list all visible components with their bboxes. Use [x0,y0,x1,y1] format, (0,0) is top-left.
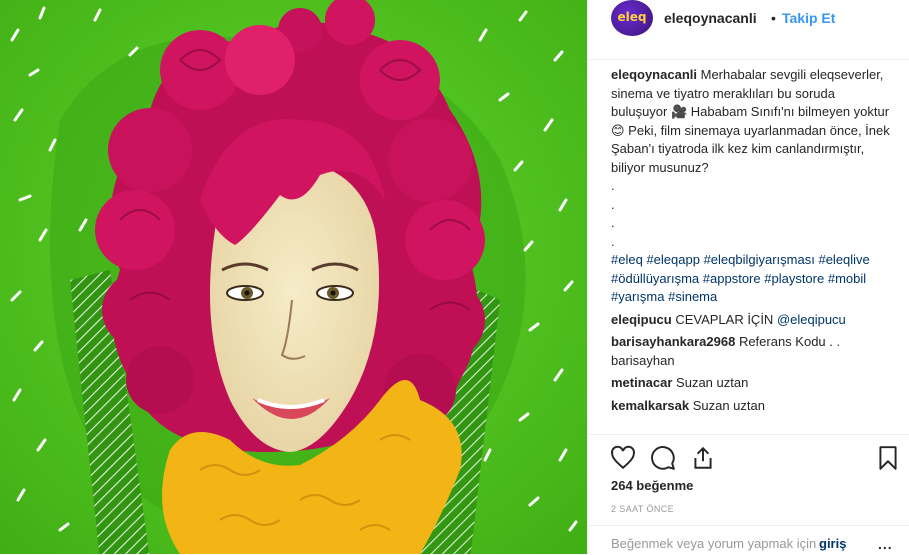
add-comment-prompt: Beğenmek veya yorum yapmak için [611,536,817,551]
comment-item: metinacar Suzan uztan [611,374,891,393]
caption-text: Merhabalar sevgili eleqseverler, sinema … [611,67,890,175]
hashtags: #eleq #eleqapp #eleqbilgiyarışması #eleq… [611,251,891,307]
caption-dot: . [611,178,615,193]
caption-dot: . [611,215,615,230]
comment-text: Suzan uztan [692,397,765,413]
action-bar [588,434,909,479]
comment-mention-link[interactable]: @eleqipucu [777,312,846,327]
hashtag-link[interactable]: #appstore [703,271,761,286]
caption-username[interactable]: eleqoynacanli [611,67,697,82]
bookmark-icon[interactable] [875,445,901,471]
illustration [0,0,587,554]
comment-text: CEVAPLAR İÇİN [675,311,777,327]
comment-icon[interactable] [650,445,676,471]
hashtag-link[interactable]: #eleqbilgiyarışması [704,252,815,267]
username-link[interactable]: eleqoynacanli [664,10,757,26]
hashtag-link[interactable]: #sinema [668,289,717,304]
separator-dot: • [771,10,776,26]
share-icon[interactable] [690,445,716,471]
follow-button[interactable]: Takip Et [782,10,835,26]
hashtag-link[interactable]: #eleqlive [818,252,869,267]
comment-username[interactable]: metinacar [611,375,672,390]
post-image[interactable] [0,0,587,554]
comment-username[interactable]: eleqipucu [611,312,672,327]
caption-dot: . [611,196,615,212]
instagram-post-page: eleq eleqoynacanli • Takip Et eleqoynaca… [0,0,909,554]
comment-username[interactable]: barisayhankara2968 [611,334,735,349]
hashtag-link[interactable]: #mobil [828,271,866,286]
comment-username[interactable]: kemalkarsak [611,398,689,413]
avatar-logo-text: eleq [617,10,647,24]
caption-dot: . [611,233,615,249]
hashtag-link[interactable]: #yarışma [611,289,664,304]
hashtag-link[interactable]: #ödüllüyarışma [611,271,699,286]
hashtag-link[interactable]: #eleqapp [646,252,700,267]
login-link[interactable]: giriş [819,536,846,551]
post-header: eleq eleqoynacanli • Takip Et [588,0,909,60]
comment-item: barisayhankara2968 Referans Kodu . . bar… [611,333,891,370]
likes-count[interactable]: 264 beğenme [611,478,693,493]
more-options-icon[interactable]: ... [878,536,893,552]
hashtag-link[interactable]: #eleq [611,252,643,267]
avatar[interactable]: eleq [611,0,653,36]
comment-text: Suzan uztan [676,375,749,390]
comment-item: kemalkarsak Suzan uztan [611,397,891,416]
hashtag-link[interactable]: #playstore [764,271,824,286]
post-timestamp[interactable]: 2 SAAT ÖNCE [611,504,674,514]
caption: eleqoynacanli Merhabalar sevgili eleqsev… [611,66,891,177]
heart-icon[interactable] [610,445,636,471]
comments-list[interactable]: eleqoynacanli Merhabalar sevgili eleqsev… [611,66,891,434]
post-sidebar: eleq eleqoynacanli • Takip Et eleqoynaca… [587,0,909,554]
add-comment-bar: Beğenmek veya yorum yapmak için giriş ..… [588,525,909,555]
comment-item: eleqipucu CEVAPLAR İÇİN @eleqipucu [611,311,891,330]
caption-dots: . . . . [611,177,891,251]
